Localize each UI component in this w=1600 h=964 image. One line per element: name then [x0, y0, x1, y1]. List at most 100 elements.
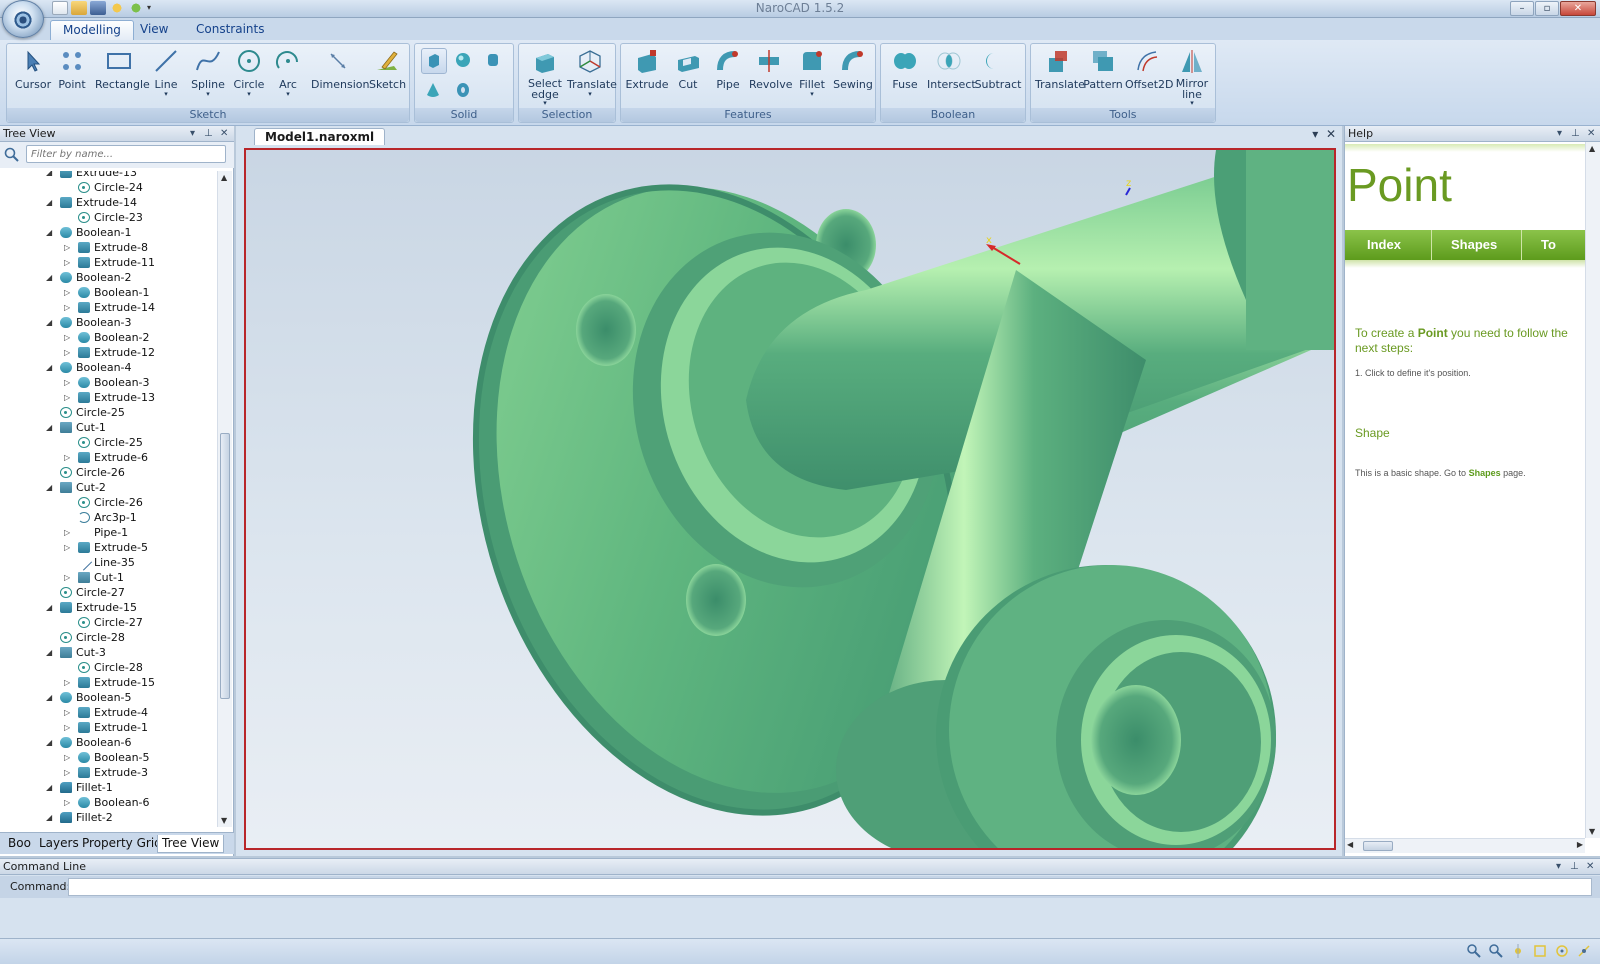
tree-node[interactable]: Circle-25 — [0, 435, 217, 450]
tree-node[interactable]: ◢ Fillet-1 — [0, 780, 217, 795]
tree-scrollbar[interactable]: ▲ ▼ — [217, 171, 232, 827]
zoom-window-icon[interactable] — [1466, 943, 1482, 959]
tree-node[interactable]: ▷ Extrude-13 — [0, 390, 217, 405]
tree-node[interactable]: ▷ Boolean-2 — [0, 330, 217, 345]
revolve-button[interactable]: Revolve — [749, 48, 793, 91]
arc-button[interactable]: Arc ▾ — [273, 48, 303, 98]
tree-node[interactable]: ▷ Extrude-4 — [0, 705, 217, 720]
tree-node[interactable]: ▷ Extrude-1 — [0, 720, 217, 735]
pattern-button[interactable]: Pattern — [1083, 48, 1123, 91]
offset2d-button[interactable]: Offset2D — [1125, 48, 1174, 91]
tree-node[interactable]: ◢ Extrude-14 — [0, 195, 217, 210]
help-scroll-left-icon[interactable]: ◀ — [1347, 840, 1353, 849]
zoom-icon[interactable] — [1488, 943, 1504, 959]
collapse-icon[interactable]: ◢ — [46, 600, 56, 615]
filter-input[interactable] — [26, 145, 226, 163]
tree-node[interactable]: Circle-28 — [0, 630, 217, 645]
expand-icon[interactable]: ▷ — [64, 675, 74, 690]
expand-icon[interactable]: ▷ — [64, 345, 74, 360]
help-scroll-down-icon[interactable]: ▼ — [1589, 827, 1595, 836]
expand-icon[interactable]: ▷ — [64, 450, 74, 465]
expand-icon[interactable]: ▷ — [64, 285, 74, 300]
fillet-button[interactable]: Fillet ▾ — [795, 48, 829, 98]
minimize-button[interactable]: – — [1510, 1, 1534, 16]
collapse-icon[interactable]: ◢ — [46, 420, 56, 435]
tree-node[interactable]: Circle-27 — [0, 585, 217, 600]
help-nav-shapes[interactable]: Shapes — [1451, 230, 1497, 260]
collapse-icon[interactable]: ◢ — [46, 810, 56, 825]
tree-node[interactable]: ▷ Extrude-5 — [0, 540, 217, 555]
collapse-icon[interactable]: ◢ — [46, 690, 56, 705]
tree-node[interactable]: Circle-23 — [0, 210, 217, 225]
tree-node[interactable]: Circle-25 — [0, 405, 217, 420]
tree-node[interactable]: ▷ Extrude-3 — [0, 765, 217, 780]
expand-icon[interactable]: ▷ — [64, 570, 74, 585]
mirror-line-button[interactable]: Mirror line ▾ — [1171, 48, 1213, 107]
tab-tree-view[interactable]: Tree View — [157, 835, 225, 853]
scroll-up-icon[interactable]: ▲ — [221, 173, 227, 182]
tools-translate-button[interactable]: Translate — [1035, 48, 1085, 91]
help-vertical-scrollbar[interactable]: ▲ ▼ — [1585, 142, 1600, 838]
collapse-icon[interactable]: ◢ — [46, 270, 56, 285]
collapse-icon[interactable]: ◢ — [46, 735, 56, 750]
expand-icon[interactable]: ▷ — [64, 375, 74, 390]
tab-view[interactable]: View — [128, 20, 180, 40]
tree-node[interactable]: ▷ Boolean-3 — [0, 375, 217, 390]
expand-icon[interactable]: ▷ — [64, 255, 74, 270]
tree-node[interactable]: ◢ Cut-1 — [0, 420, 217, 435]
help-horizontal-scrollbar[interactable]: ◀ ▶ — [1345, 838, 1585, 853]
shapes-link[interactable]: Shapes — [1469, 468, 1501, 478]
cut-button[interactable]: Cut — [673, 48, 703, 91]
panel-close-icon[interactable]: ✕ — [220, 126, 228, 141]
pin-icon[interactable]: ⊥ — [204, 126, 213, 141]
expand-icon[interactable]: ▷ — [64, 330, 74, 345]
cmd-pin-icon[interactable]: ⊥ — [1570, 859, 1579, 874]
document-menu-icon[interactable]: ▾ — [1312, 127, 1318, 141]
tree-node[interactable]: ◢ Extrude-15 — [0, 600, 217, 615]
torus-button[interactable] — [451, 78, 477, 104]
circle-button[interactable]: Circle ▾ — [233, 48, 265, 98]
expand-icon[interactable]: ▷ — [64, 240, 74, 255]
tree-node[interactable]: ◢ Cut-3 — [0, 645, 217, 660]
document-tab[interactable]: Model1.naroxml — [254, 128, 386, 145]
expand-icon[interactable]: ▷ — [64, 525, 74, 540]
expand-icon[interactable]: ▷ — [64, 750, 74, 765]
cursor-button[interactable]: Cursor — [15, 48, 51, 91]
scroll-down-icon[interactable]: ▼ — [221, 816, 227, 825]
sketch-button[interactable]: Sketch — [369, 48, 406, 91]
snap-grid-icon[interactable] — [1532, 943, 1548, 959]
tree-node[interactable]: ▷ Boolean-1 — [0, 285, 217, 300]
collapse-icon[interactable]: ◢ — [46, 645, 56, 660]
collapse-icon[interactable]: ◢ — [46, 780, 56, 795]
expand-icon[interactable]: ▷ — [64, 390, 74, 405]
help-close-icon[interactable]: ✕ — [1587, 126, 1595, 141]
tree-node[interactable]: ▷ Extrude-15 — [0, 675, 217, 690]
collapse-icon[interactable]: ◢ — [46, 171, 56, 180]
expand-icon[interactable]: ▷ — [64, 795, 74, 810]
tab-boo[interactable]: Boo — [4, 835, 35, 853]
tree-node[interactable]: ▷ Cut-1 — [0, 570, 217, 585]
help-scroll-right-icon[interactable]: ▶ — [1577, 840, 1583, 849]
line-button[interactable]: Line ▾ — [151, 48, 181, 98]
tab-constraints[interactable]: Constraints — [184, 20, 276, 40]
tab-modelling[interactable]: Modelling — [50, 20, 134, 40]
expand-icon[interactable]: ▷ — [64, 765, 74, 780]
tree-node[interactable]: ◢ Boolean-2 — [0, 270, 217, 285]
tree-node[interactable]: Circle-27 — [0, 615, 217, 630]
document-close-icon[interactable]: ✕ — [1326, 127, 1336, 141]
tree-node[interactable]: ◢ Boolean-5 — [0, 690, 217, 705]
snap-edge-icon[interactable] — [1554, 943, 1570, 959]
tree-node[interactable]: ◢ Fillet-2 — [0, 810, 217, 825]
expand-icon[interactable]: ▷ — [64, 825, 74, 827]
tree-node[interactable]: Circle-26 — [0, 465, 217, 480]
expand-icon[interactable]: ▷ — [64, 720, 74, 735]
tree-node[interactable]: ▷ Extrude-14 — [0, 300, 217, 315]
tree-node[interactable]: Circle-24 — [0, 180, 217, 195]
tree-scroll-thumb[interactable] — [220, 433, 230, 699]
intersect-button[interactable]: Intersect — [927, 48, 976, 91]
tree-node[interactable]: ◢ Boolean-6 — [0, 735, 217, 750]
command-input[interactable] — [68, 878, 1592, 896]
tree-node[interactable]: ▷ Fillet-1 — [0, 825, 217, 827]
snap-perpendicular-icon[interactable] — [1576, 943, 1592, 959]
tree-node[interactable]: ▷ Pipe-1 — [0, 525, 217, 540]
